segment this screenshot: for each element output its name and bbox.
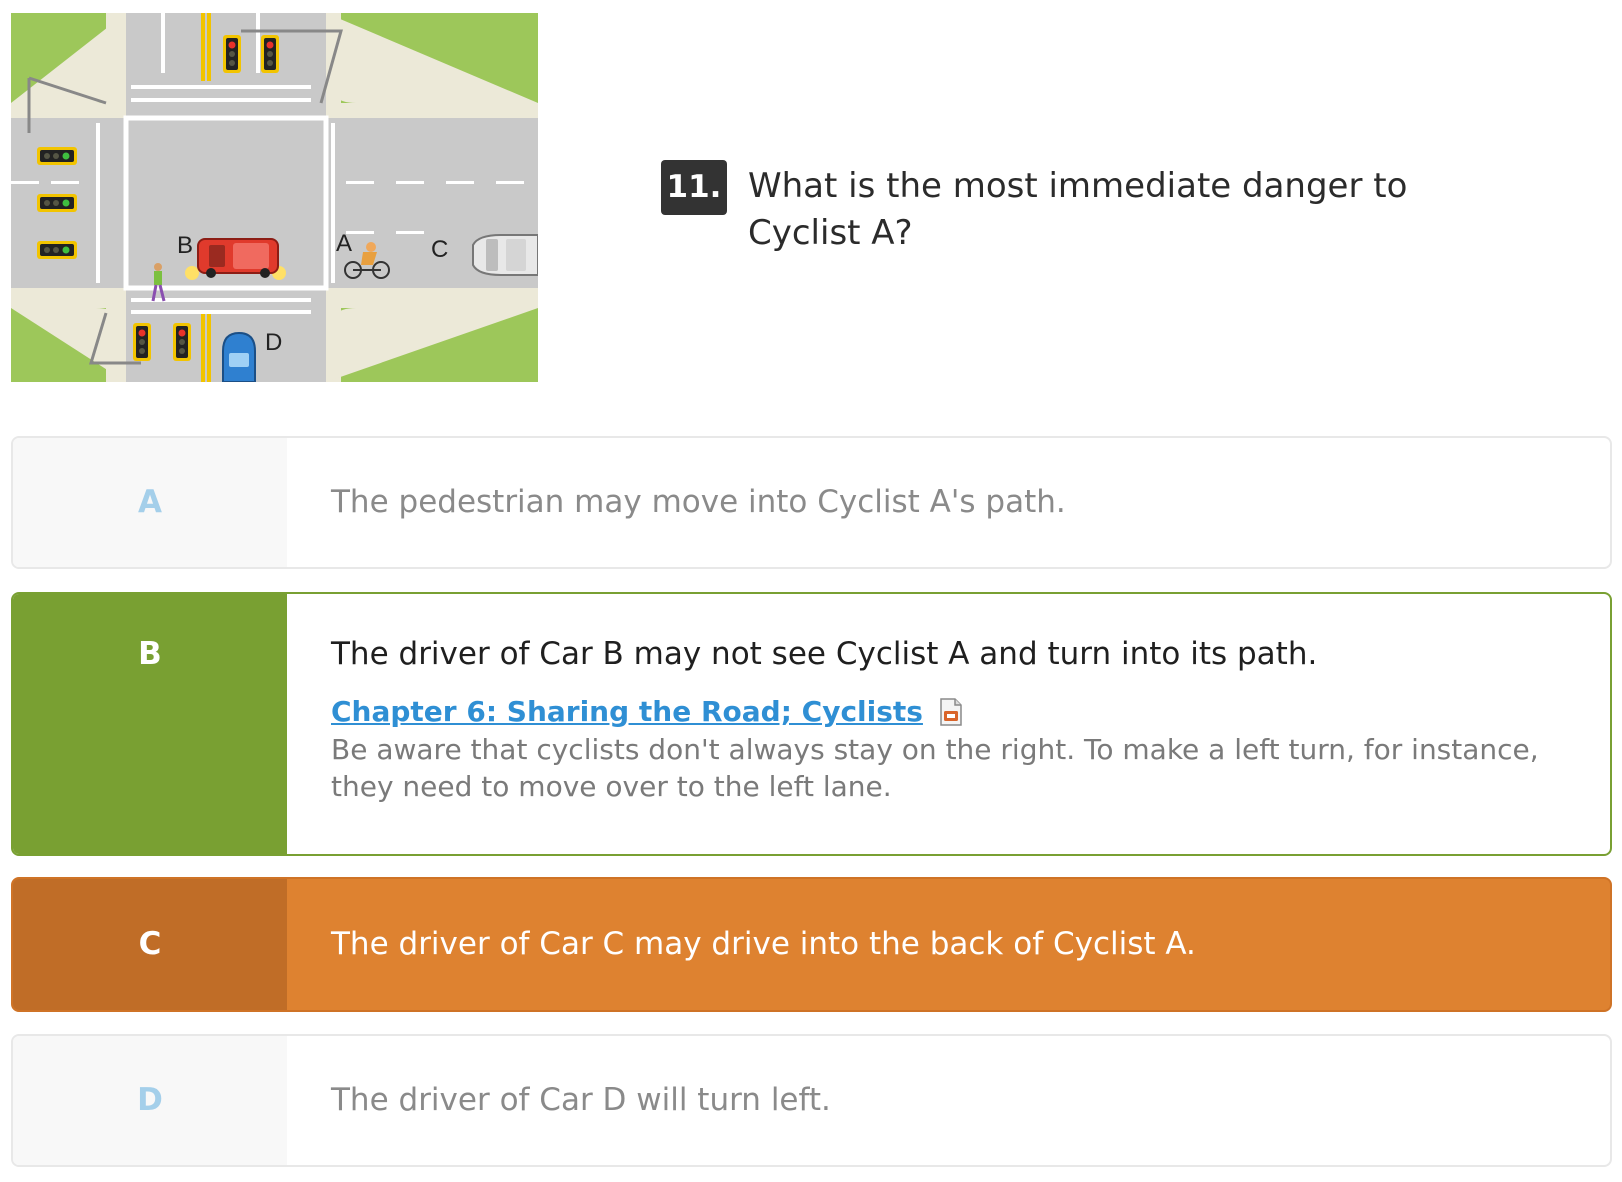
answer-body: The driver of Car C may drive into the b… [287, 879, 1610, 1010]
answer-body: The pedestrian may move into Cyclist A's… [287, 438, 1610, 567]
question-text: What is the most immediate danger to Cyc… [748, 166, 1408, 253]
answer-option-a[interactable]: A The pedestrian may move into Cyclist A… [11, 436, 1612, 569]
answer-option-b[interactable]: B The driver of Car B may not see Cyclis… [11, 592, 1612, 856]
answer-body: The driver of Car D will turn left. [287, 1036, 1610, 1165]
answer-letter: B [13, 594, 287, 854]
scene-label-d: D [265, 329, 282, 356]
answer-body: The driver of Car B may not see Cyclist … [287, 594, 1610, 854]
answer-text: The pedestrian may move into Cyclist A's… [331, 484, 1066, 520]
scene-label-b: B [177, 232, 193, 259]
answer-letter: A [13, 438, 287, 567]
answer-option-d[interactable]: D The driver of Car D will turn left. [11, 1034, 1612, 1167]
reference-link[interactable]: Chapter 6: Sharing the Road; Cyclists [331, 694, 923, 730]
answer-text: The driver of Car B may not see Cyclist … [331, 636, 1318, 672]
question-number: 11. [661, 160, 727, 215]
reference-explanation: Be aware that cyclists don't always stay… [331, 733, 1539, 803]
answer-text: The driver of Car C may drive into the b… [331, 926, 1196, 962]
intersection-illustration: A B C D [11, 13, 538, 382]
scene-label-c: C [431, 236, 448, 263]
answer-letter: C [13, 879, 287, 1010]
answer-text: The driver of Car D will turn left. [331, 1082, 831, 1118]
scene-label-a: A [336, 230, 352, 257]
answer-option-c[interactable]: C The driver of Car C may drive into the… [11, 877, 1612, 1012]
answer-letter: D [13, 1036, 287, 1165]
document-icon [938, 697, 964, 731]
